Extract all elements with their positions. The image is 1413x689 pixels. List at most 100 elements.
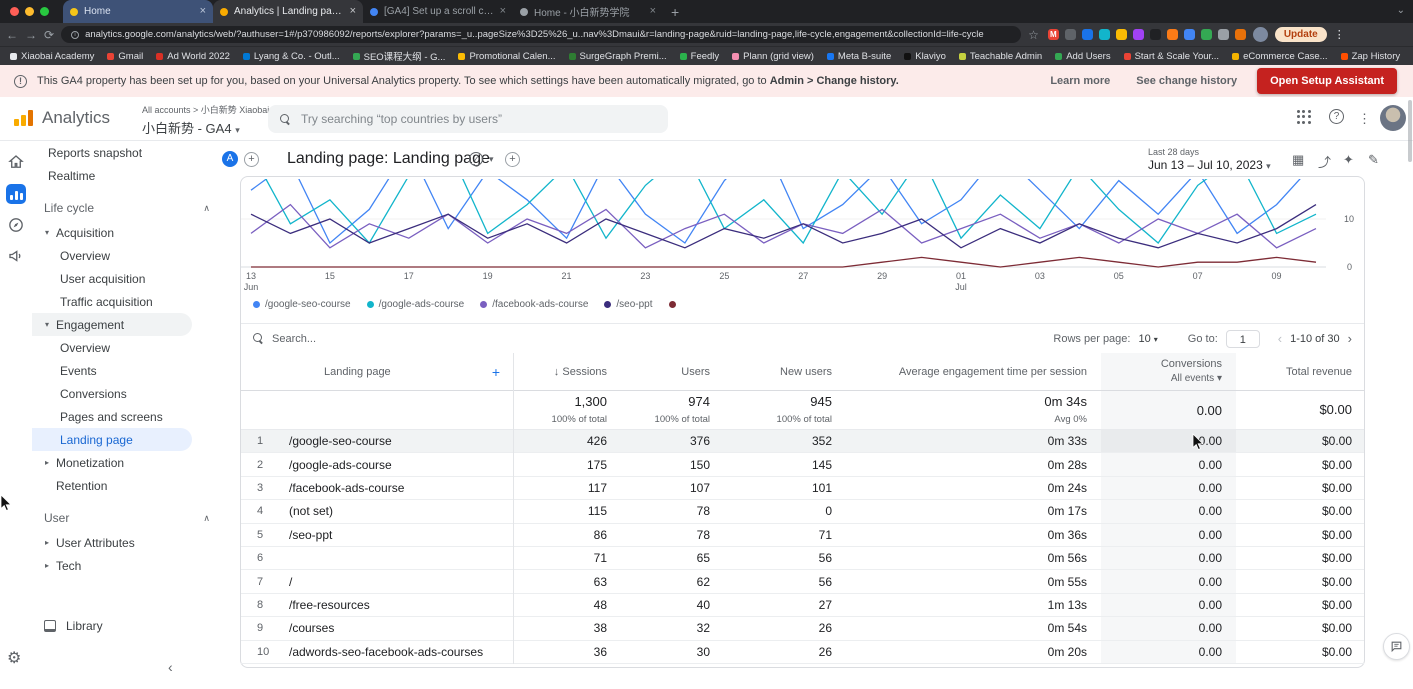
bookmark-teachable-admin[interactable]: Teachable Admin — [959, 51, 1042, 62]
bookmark-seo课程大纲-g[interactable]: SEO课程大纲 - G... — [353, 49, 446, 63]
col-users[interactable]: Users — [621, 366, 724, 378]
feedback-button[interactable] — [1383, 633, 1410, 660]
sidebar-item-retention[interactable]: Retention — [32, 474, 230, 497]
cell-landing-page[interactable]: /courses — [274, 621, 514, 635]
col-landing-page[interactable]: Landing page — [324, 366, 391, 378]
sidebar-item-tech[interactable]: ▸Tech — [32, 554, 230, 577]
extension-icon[interactable] — [1082, 29, 1093, 40]
browser-profile-avatar[interactable] — [1253, 27, 1268, 42]
sidebar-item-traffic-acquisition[interactable]: Traffic acquisition — [32, 290, 230, 313]
cell-landing-page[interactable]: /google-ads-course — [274, 458, 514, 472]
bookmark-xiaobai-academy[interactable]: Xiaobai Academy — [10, 51, 94, 62]
chevron-right-icon[interactable]: ▸ — [42, 458, 52, 467]
zoom-window-icon[interactable] — [40, 7, 49, 16]
sidebar-item-monetization[interactable]: ▸Monetization — [32, 451, 230, 474]
chevron-down-icon[interactable]: ▾ — [42, 228, 52, 237]
sidebar-item-reports-snapshot[interactable]: Reports snapshot — [32, 141, 230, 164]
all-events-filter[interactable]: All events ▾ — [1171, 372, 1222, 386]
table-row[interactable]: 5/seo-ppt8678710m 36s0.00$0.00 — [241, 524, 1364, 547]
edit-report-icon[interactable]: ✎ — [1368, 152, 1379, 168]
tab-close-icon[interactable]: × — [350, 6, 356, 17]
tab-close-icon[interactable]: × — [650, 6, 656, 17]
analytics-search-bar[interactable]: Try searching “top countries by users” — [268, 105, 668, 133]
tab-close-icon[interactable]: × — [200, 6, 206, 17]
rows-per-page-select[interactable]: 10 ▾ — [1138, 333, 1157, 345]
sidebar-item-events[interactable]: Events — [32, 359, 230, 382]
legend-item[interactable]: /google-seo-course — [253, 299, 351, 310]
sidebar-item-realtime[interactable]: Realtime — [32, 164, 230, 187]
more-options-icon[interactable]: ⋮ — [1358, 111, 1371, 127]
report-title-caret-icon[interactable]: ▾ — [489, 154, 494, 165]
bookmark-plann-grid-view[interactable]: Plann (grid view) — [732, 51, 814, 62]
chevron-right-icon[interactable]: ▸ — [42, 561, 52, 570]
insights-icon[interactable]: ✦ — [1343, 152, 1354, 168]
see-change-history-link[interactable]: See change history — [1136, 75, 1237, 87]
back-icon[interactable]: ← — [6, 29, 18, 41]
bookmark-feedly[interactable]: Feedly — [680, 51, 720, 62]
open-setup-assistant-button[interactable]: Open Setup Assistant — [1257, 68, 1397, 94]
forward-icon[interactable]: → — [25, 29, 37, 41]
cell-landing-page[interactable]: /google-seo-course — [274, 434, 514, 448]
bookmark-add-users[interactable]: Add Users — [1055, 51, 1110, 62]
bookmark-klaviyo[interactable]: Klaviyo — [904, 51, 946, 62]
address-bar[interactable]: i analytics.google.com/analytics/web/?au… — [61, 26, 1021, 43]
update-button[interactable]: Update — [1275, 27, 1327, 42]
chevron-up-icon[interactable]: ∧ — [203, 513, 210, 524]
table-row[interactable]: 8/free-resources4840271m 13s0.00$0.00 — [241, 594, 1364, 617]
sidebar-item-acquisition[interactable]: ▾Acquisition — [32, 221, 230, 244]
sidebar-item-overview[interactable]: Overview — [32, 336, 230, 359]
analytics-logo-text[interactable]: Analytics — [42, 108, 110, 128]
learn-more-link[interactable]: Learn more — [1050, 75, 1110, 87]
browser-menu-icon[interactable]: ⋮ — [1334, 28, 1345, 41]
legend-item[interactable] — [669, 301, 676, 308]
bookmark-meta-b-suite[interactable]: Meta B-suite — [827, 51, 891, 62]
chevron-right-icon[interactable]: ▸ — [42, 538, 52, 547]
bookmark-ad-world-2022[interactable]: Ad World 2022 — [156, 51, 230, 62]
extension-icon[interactable] — [1235, 29, 1246, 40]
sidebar-item-library[interactable]: Library — [44, 619, 103, 633]
sidebar-item-conversions[interactable]: Conversions — [32, 382, 230, 405]
extension-icon[interactable] — [1150, 29, 1161, 40]
analytics-logo-icon[interactable] — [14, 110, 33, 126]
goto-page-input[interactable]: 1 — [1226, 330, 1260, 348]
col-total-revenue[interactable]: Total revenue — [1236, 366, 1366, 378]
bookmark-surgegraph-premi[interactable]: SurgeGraph Premi... — [569, 51, 667, 62]
cell-landing-page[interactable]: /adwords-seo-facebook-ads-courses — [274, 645, 514, 659]
legend-item[interactable]: /seo-ppt — [604, 299, 652, 310]
report-check-icon[interactable]: ✓ — [469, 152, 483, 166]
table-row[interactable]: 10/adwords-seo-facebook-ads-courses36302… — [241, 641, 1364, 664]
col-new-users[interactable]: New users — [724, 366, 846, 378]
comparison-chip[interactable]: A — [222, 151, 238, 167]
cell-landing-page[interactable]: /facebook-ads-course — [274, 481, 514, 495]
col-engagement[interactable]: Average engagement time per session — [846, 366, 1101, 378]
col-conversions[interactable]: ConversionsAll events ▾ — [1101, 353, 1236, 390]
cell-landing-page[interactable]: / — [274, 575, 514, 589]
legend-item[interactable]: /google-ads-course — [367, 299, 465, 310]
browser-tab[interactable]: [GA4] Set up a scroll conversi× — [363, 0, 513, 23]
bookmark-lyang-co-outl[interactable]: Lyang & Co. - Outl... — [243, 51, 340, 62]
bookmark-start-scale-your[interactable]: Start & Scale Your... — [1124, 51, 1220, 62]
cell-landing-page[interactable]: /seo-ppt — [274, 528, 514, 542]
extension-icon[interactable] — [1201, 29, 1212, 40]
sidebar-item-life-cycle[interactable]: Life cycle∧ — [32, 195, 230, 221]
window-controls[interactable] — [10, 7, 49, 16]
help-icon[interactable]: ? — [1329, 109, 1344, 124]
sidebar-item-overview[interactable]: Overview — [32, 244, 230, 267]
extension-icon[interactable]: M — [1048, 29, 1059, 40]
table-search-icon[interactable] — [253, 333, 264, 344]
sidebar-item-landing-page[interactable]: Landing page — [32, 428, 192, 451]
table-row[interactable]: 2/google-ads-course1751501450m 28s0.00$0… — [241, 453, 1364, 476]
extension-icon[interactable] — [1133, 29, 1144, 40]
scrollbar[interactable] — [1408, 100, 1412, 162]
advertising-icon[interactable] — [7, 247, 25, 265]
close-window-icon[interactable] — [10, 7, 19, 16]
next-page-icon[interactable]: › — [1348, 331, 1352, 346]
google-apps-icon[interactable] — [1297, 110, 1311, 124]
bookmark-zap-history[interactable]: Zap History — [1341, 51, 1401, 62]
prev-page-icon[interactable]: ‹ — [1278, 331, 1282, 346]
extension-icon[interactable] — [1167, 29, 1178, 40]
collapse-sidebar-icon[interactable]: ‹ — [168, 659, 173, 675]
new-tab-button[interactable]: + — [671, 4, 679, 20]
sidebar-item-user-acquisition[interactable]: User acquisition — [32, 267, 230, 290]
extension-icon[interactable] — [1218, 29, 1229, 40]
